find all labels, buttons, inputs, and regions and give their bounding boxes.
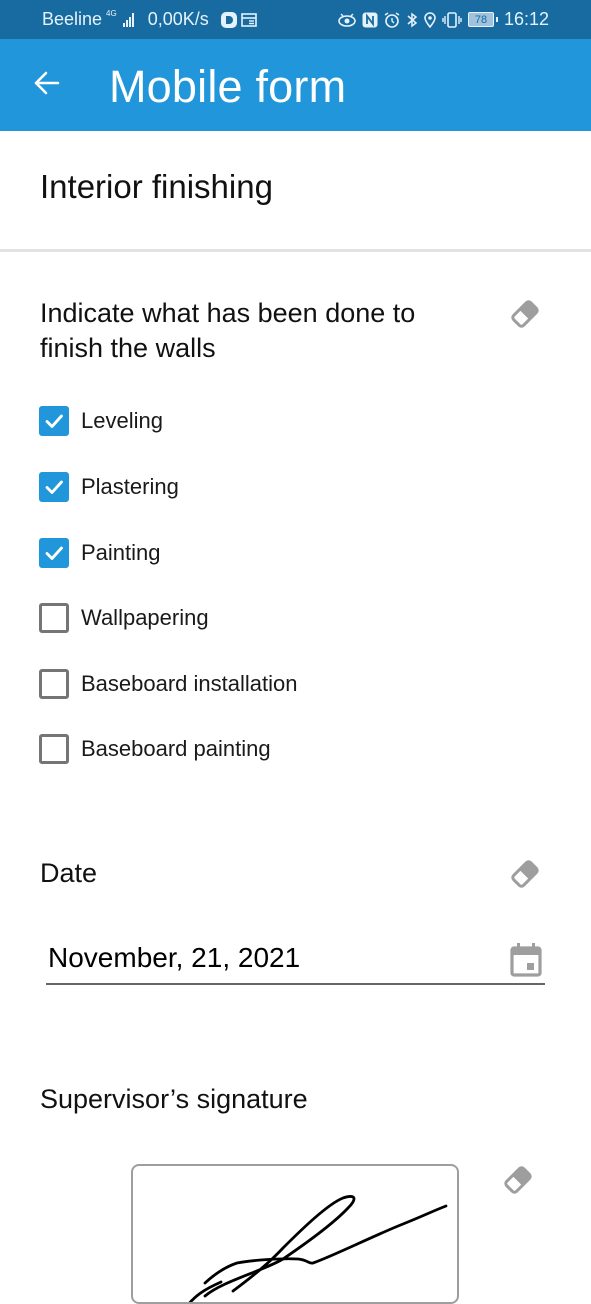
app-bar: Mobile form [0,39,591,131]
signature-label: Supervisor’s signature [40,1084,308,1114]
checkbox-label: Leveling [81,408,163,433]
clear-signature-button[interactable] [498,1160,538,1200]
checkbox-wallpapering[interactable]: Wallpapering [39,602,209,634]
checkbox-label: Baseboard painting [81,736,271,761]
question-label: Indicate what has been done to finish th… [40,298,416,363]
date-field[interactable]: November, 21, 2021 [46,938,545,985]
calendar-icon [510,943,542,977]
d-app-icon [220,11,237,28]
checkbox-label: Painting [81,540,161,565]
checkbox-unchecked[interactable] [39,603,69,633]
section-divider [0,249,591,252]
checkbox-baseboard-installation[interactable]: Baseboard installation [39,668,297,700]
checkbox-label: Wallpapering [81,605,209,630]
checkbox-plastering[interactable]: Plastering [39,471,179,503]
location-icon [424,11,436,28]
signature-pad[interactable] [131,1164,459,1304]
eraser-icon [504,1166,532,1194]
date-picker-button[interactable] [509,942,543,978]
checkbox-checked[interactable] [39,472,69,502]
eye-comfort-icon [338,13,356,27]
checkbox-unchecked[interactable] [39,669,69,699]
clear-date-button[interactable] [505,854,545,894]
check-icon [45,546,63,560]
date-label: Date [40,858,98,888]
checkbox-unchecked[interactable] [39,734,69,764]
checkbox-label: Baseboard installation [81,671,298,696]
section-title: Interior finishing [40,168,273,205]
back-button[interactable] [28,63,68,103]
check-icon [45,414,63,428]
date-value: November, 21, 2021 [48,942,301,973]
carrier-name: Beeline [42,9,103,29]
check-icon [45,480,63,494]
checkbox-baseboard-painting[interactable]: Baseboard painting [39,733,271,765]
checkbox-leveling[interactable]: Leveling [39,405,163,437]
checkbox-label: Plastering [81,474,179,499]
checkbox-checked[interactable] [39,406,69,436]
status-bar: Beeline 4G 0,00K/s 78 16:12 [0,0,591,39]
signal-icon [122,12,134,27]
alarm-icon [384,11,400,28]
news-icon [240,12,257,27]
nfc-icon [362,12,378,28]
data-speed: 0,00K/s [147,9,209,29]
clear-question-button[interactable] [505,294,545,334]
arrow-left-icon [34,71,60,95]
page-title: Mobile form [109,61,347,112]
vibrate-icon [442,11,462,28]
network-type: 4G [106,9,117,18]
clock-time: 16:12 [503,9,549,29]
eraser-icon [511,860,539,888]
eraser-icon [511,300,539,328]
battery-icon: 78 [467,12,498,27]
checkbox-checked[interactable] [39,538,69,568]
bluetooth-icon [406,12,418,28]
signature-stroke [188,1195,448,1302]
checkbox-painting[interactable]: Painting [39,537,161,569]
